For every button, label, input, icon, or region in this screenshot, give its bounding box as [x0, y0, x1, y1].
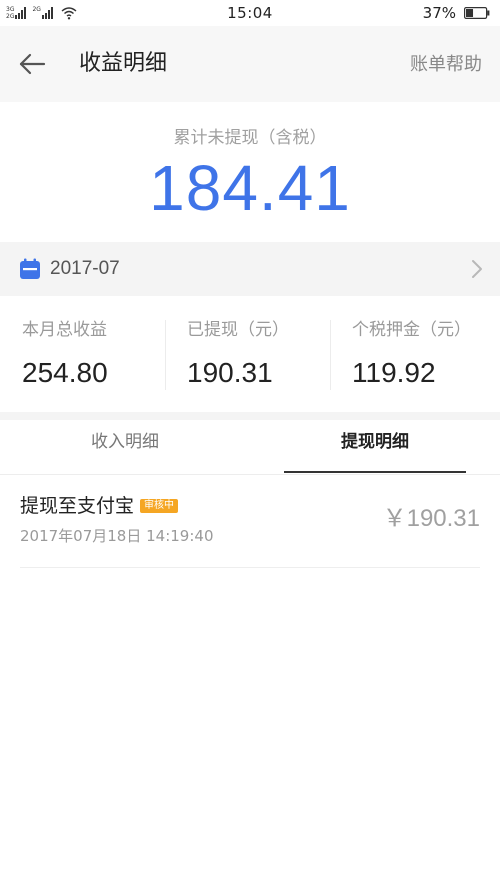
stat-value: 190.31: [187, 357, 273, 388]
battery-percent: 37%: [422, 4, 456, 22]
chevron-right-icon: [472, 260, 482, 278]
status-bar: 3G 2G 2G 15:04 37%: [0, 0, 500, 26]
page-title: 收益明细: [79, 51, 168, 76]
stat-divider: [330, 320, 331, 390]
tab-withdrawal-details[interactable]: 提现明细: [250, 420, 500, 474]
stat-withdrawn: 已提现（元） 190.31: [187, 318, 289, 392]
section-divider: [0, 412, 500, 420]
stat-label: 已提现（元）: [187, 320, 289, 340]
list-item[interactable]: 提现至支付宝 审核中 2017年07月18日 14:19:40 ￥190.31: [20, 475, 480, 568]
record-title: 提现至支付宝: [20, 495, 135, 517]
detail-tabs: 收入明细 提现明细: [0, 420, 500, 475]
stat-label: 本月总收益: [22, 320, 107, 340]
monthly-stats: 本月总收益 254.80 已提现（元） 190.31 个税押金（元） 119.9…: [0, 296, 500, 412]
stat-tax-deposit: 个税押金（元） 119.92: [352, 318, 471, 392]
billing-help-link[interactable]: 账单帮助: [410, 51, 482, 79]
selected-month: 2017-07: [50, 258, 120, 279]
stat-total-income: 本月总收益 254.80: [22, 318, 108, 392]
withdrawal-list: 提现至支付宝 审核中 2017年07月18日 14:19:40 ￥190.31: [0, 475, 500, 568]
summary-amount: 184.41: [149, 152, 351, 224]
status-badge: 审核中: [140, 499, 179, 513]
battery-icon: [464, 7, 490, 19]
stat-value: 119.92: [352, 357, 436, 388]
summary-label: 累计未提现（含税）: [173, 128, 327, 148]
record-timestamp: 2017年07月18日 14:19:40: [20, 527, 214, 545]
arrow-left-icon: [19, 53, 46, 75]
record-title-row: 提现至支付宝 审核中: [20, 492, 179, 520]
record-amount: ￥190.31: [382, 505, 480, 532]
app-header: 收益明细 账单帮助: [0, 26, 500, 102]
stat-label: 个税押金（元）: [352, 320, 471, 340]
stat-value: 254.80: [22, 357, 108, 388]
withdrawable-summary: 累计未提现（含税） 184.41: [0, 102, 500, 242]
back-button[interactable]: [14, 46, 50, 82]
stat-divider: [165, 320, 166, 390]
calendar-icon: [20, 258, 40, 279]
active-tab-indicator: [284, 471, 466, 473]
tab-income-details[interactable]: 收入明细: [0, 420, 250, 474]
month-selector[interactable]: 2017-07: [0, 242, 500, 296]
